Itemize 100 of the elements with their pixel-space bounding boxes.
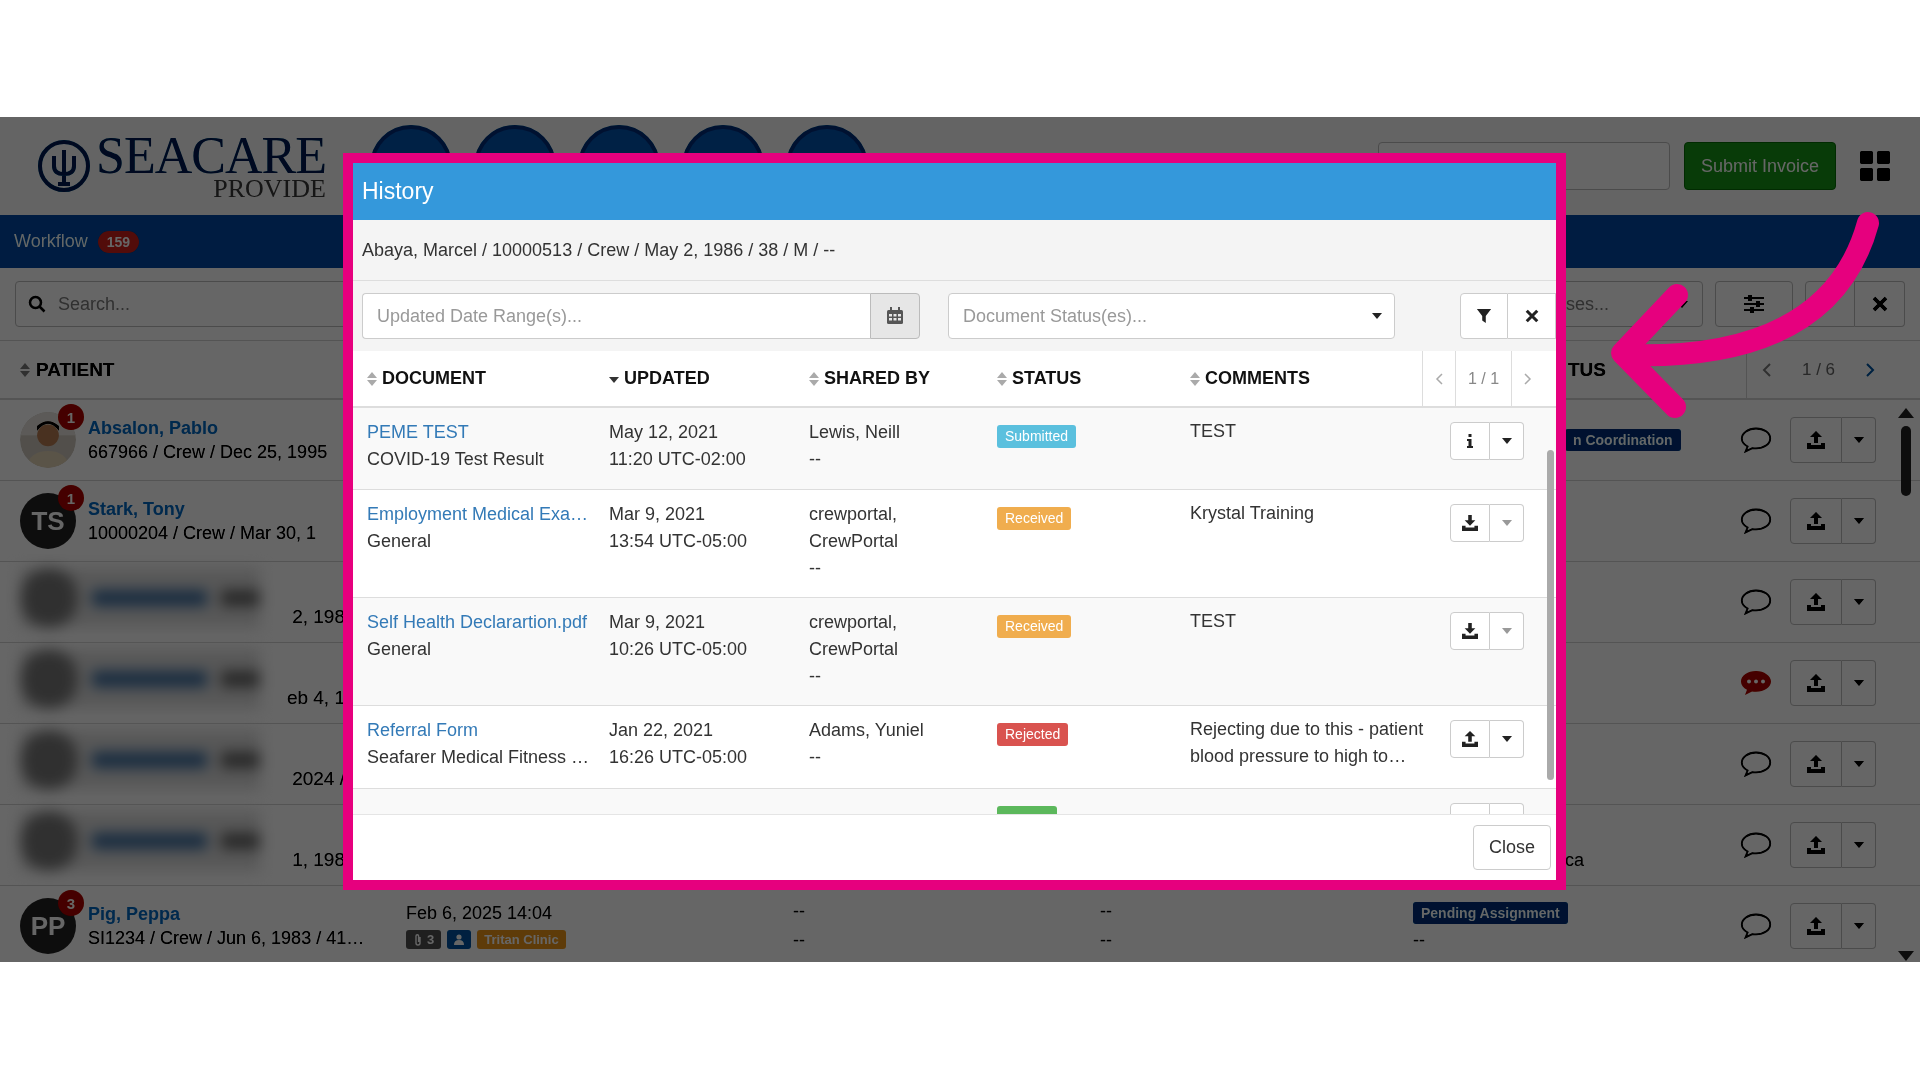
shared-by-text: -- <box>809 747 822 768</box>
filter-button[interactable] <box>1460 293 1508 339</box>
table-cell-text: -- <box>1100 930 1113 951</box>
caret-icon <box>1853 437 1864 443</box>
sort-descending-icon[interactable] <box>609 374 619 383</box>
scrollbar[interactable] <box>1547 450 1554 780</box>
download-button[interactable] <box>1450 504 1490 542</box>
status-tag: n Coordination <box>1565 429 1681 451</box>
sort-icon[interactable] <box>809 370 819 387</box>
dropdown-button[interactable] <box>1490 720 1524 758</box>
person-icon <box>454 934 465 945</box>
calendar-button[interactable] <box>870 293 920 339</box>
chat-icon[interactable] <box>1740 913 1772 939</box>
column-header[interactable]: UPDATED <box>624 368 710 389</box>
close-icon <box>1871 296 1888 312</box>
clinic-tag: Tritan Clinic <box>477 930 566 949</box>
updated-date: Feb 6, 2025 14:04 <box>406 903 554 924</box>
shared-by-text: Lewis, Neill <box>809 422 902 443</box>
info-icon <box>1467 434 1473 448</box>
chat-icon[interactable] <box>1740 427 1772 453</box>
status-note: ca <box>1565 849 1584 871</box>
dropdown-button[interactable] <box>1490 422 1524 460</box>
chat-icon[interactable] <box>1740 508 1772 534</box>
caret-icon <box>1501 628 1512 634</box>
scroll-down-icon[interactable] <box>1898 951 1914 962</box>
sliders-icon <box>1743 294 1765 314</box>
download-icon <box>1461 515 1479 531</box>
sort-icon[interactable] <box>367 370 377 387</box>
workflow-tab[interactable]: Workflow <box>14 231 88 252</box>
count-badge: 3 <box>58 890 84 916</box>
caret-icon <box>1501 438 1512 444</box>
calendar-icon <box>886 307 904 325</box>
chat-icon[interactable] <box>1740 832 1772 858</box>
count-badge: 1 <box>58 485 84 511</box>
caret-icon <box>1501 520 1512 526</box>
column-header[interactable]: PATIENT <box>36 358 115 381</box>
upload-icon <box>1806 755 1826 773</box>
comment-text: TEST <box>1190 420 1237 443</box>
upload-icon <box>1461 731 1479 747</box>
upload-button[interactable] <box>1450 720 1490 758</box>
document-type: General <box>367 531 433 552</box>
caret-icon <box>1853 518 1864 524</box>
patient-details: 2, 198 <box>292 606 345 628</box>
next-page-icon[interactable] <box>1524 372 1533 385</box>
caret-icon <box>1853 599 1864 605</box>
page-indicator: 1 / 1 <box>1455 351 1513 406</box>
sort-icon[interactable] <box>997 370 1007 387</box>
clear-button[interactable] <box>1508 293 1556 339</box>
updated-date: Jan 22, 2021 <box>609 720 715 741</box>
document-link[interactable]: Referral Form <box>367 720 609 741</box>
caret-icon <box>1853 761 1864 767</box>
document-link[interactable]: Self Health Declarartion.pdf <box>367 612 609 633</box>
sort-icon[interactable] <box>20 361 30 378</box>
count-badge: 1 <box>58 404 84 430</box>
updated-time: 13:54 UTC-05:00 <box>609 531 749 552</box>
status-badge: Received <box>997 615 1072 638</box>
column-header[interactable]: DOCUMENT <box>382 368 486 389</box>
patient-details: 10000204 / Crew / Mar 30, 1 <box>88 522 317 544</box>
column-header[interactable]: SHARED BY <box>824 368 930 389</box>
comment-text: Rejecting due to this - patient blood pressure to high to… <box>1190 718 1425 768</box>
document-type: Seafarer Medical Fitness … <box>367 747 591 768</box>
upload-icon <box>1806 512 1826 530</box>
scroll-up-icon[interactable] <box>1898 406 1914 418</box>
column-header[interactable]: COMMENTS <box>1205 368 1310 389</box>
close-button[interactable]: Close <box>1472 825 1551 870</box>
chat-icon[interactable] <box>1740 670 1772 696</box>
patient-details: 1, 198 <box>292 849 345 871</box>
trident-logo-icon <box>36 138 92 194</box>
document-status-select[interactable]: Document Status(es)... <box>948 293 1395 339</box>
status-badge: Received <box>997 507 1072 530</box>
column-header[interactable]: TUS <box>1568 358 1606 380</box>
table-cell-text: -- <box>793 901 806 922</box>
patient-details: SI1234 / Crew / Jun 6, 1983 / 41… <box>88 927 365 949</box>
sort-icon[interactable] <box>1190 370 1200 387</box>
sliders-button[interactable] <box>1715 281 1793 327</box>
grid-icon[interactable] <box>1860 151 1890 181</box>
patient-name-link[interactable]: Stark, Tony <box>88 498 317 520</box>
info-button[interactable] <box>1450 422 1490 460</box>
patient-summary: Abaya, Marcel / 10000513 / Crew / May 2, 1986 / 38 / M / -- <box>362 239 836 261</box>
download-button[interactable] <box>1450 612 1490 650</box>
patient-name-link[interactable]: Pig, Peppa <box>88 903 365 925</box>
document-link[interactable]: Employment Medical Exa… <box>367 504 609 525</box>
count-badge: 159 <box>97 230 140 253</box>
date-range-field[interactable]: Updated Date Range(s)... <box>362 293 870 339</box>
next-page-icon[interactable] <box>1865 362 1875 377</box>
patient-name-link[interactable]: Absalon, Pablo <box>88 417 328 439</box>
upload-icon <box>1806 431 1826 449</box>
updated-date: Mar 9, 2021 <box>609 504 707 525</box>
previous-page-icon[interactable] <box>1762 362 1772 377</box>
column-header[interactable]: STATUS <box>1012 368 1082 389</box>
previous-page-icon[interactable] <box>1435 372 1443 385</box>
submit-invoice-button[interactable]: Submit Invoice <box>1683 142 1836 190</box>
table-cell-text: -- <box>1100 901 1113 922</box>
scrollbar-thumb[interactable] <box>1901 426 1911 496</box>
document-type: COVID-19 Test Result <box>367 449 545 470</box>
chat-icon[interactable] <box>1740 589 1772 615</box>
chat-icon[interactable] <box>1740 751 1772 777</box>
status-tag: Pending Assignment <box>1413 901 1568 924</box>
comment-text: TEST <box>1190 610 1237 633</box>
document-link[interactable]: PEME TEST <box>367 422 609 443</box>
